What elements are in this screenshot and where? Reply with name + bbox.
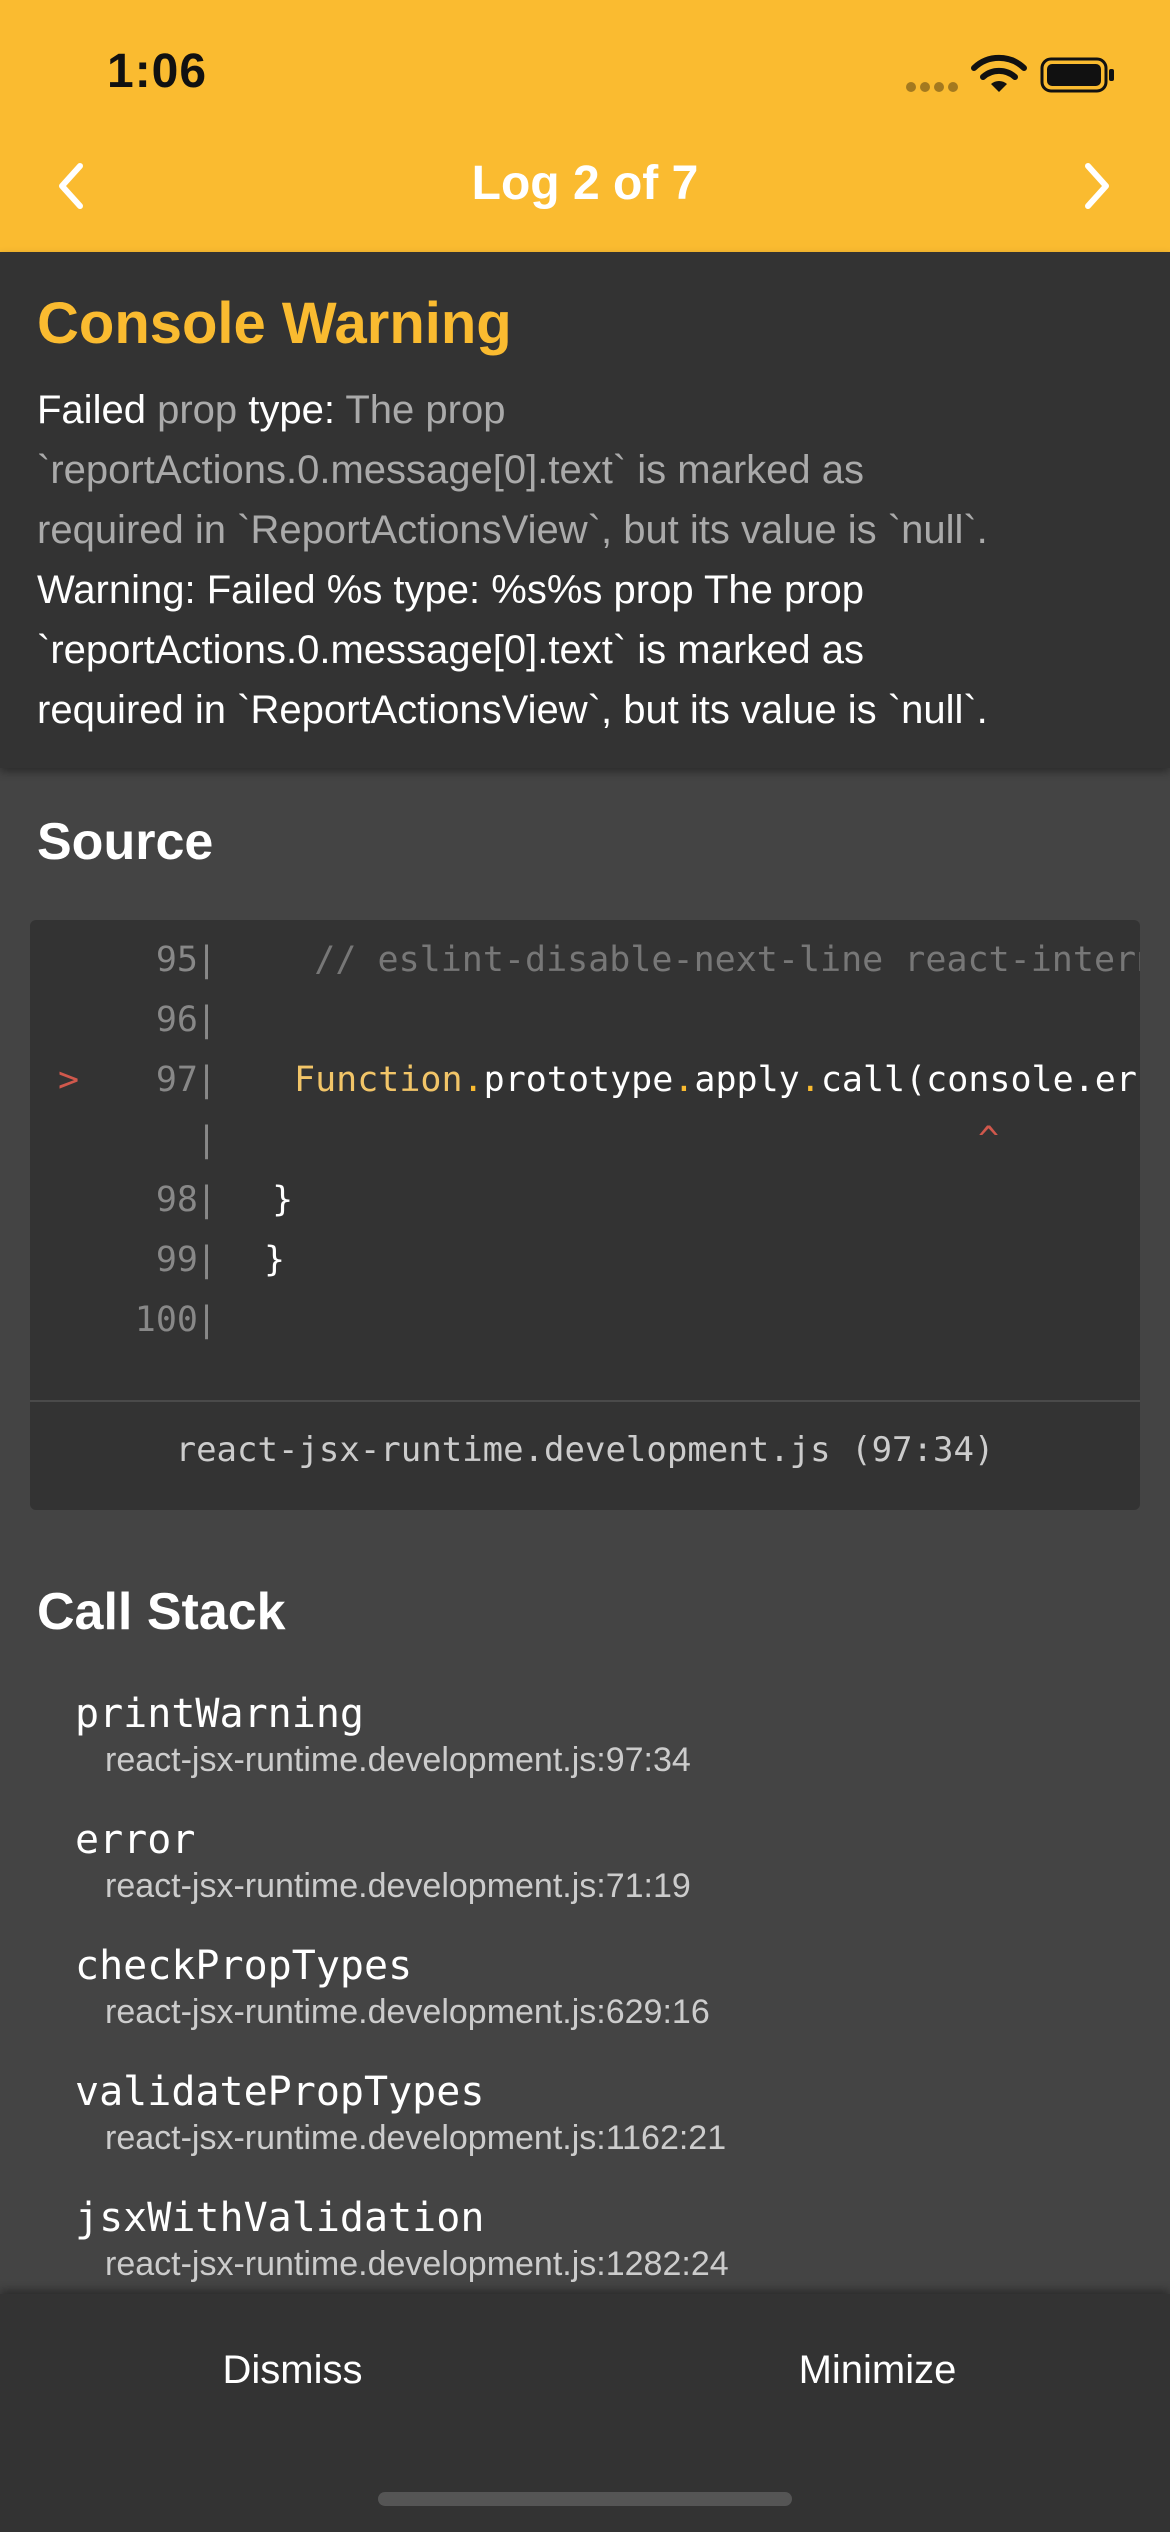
source-code-frame[interactable]: 95 | // eslint-disable-next-line react-i… (30, 920, 1140, 1510)
warning-message: Failed prop type: The prop `reportAction… (37, 380, 1157, 740)
warning-message-line: required in `ReportActionsView`, but its… (37, 508, 988, 552)
stack-frame-location: react-jsx-runtime.development.js:629:16 (105, 1993, 710, 2031)
stack-frame-location: react-jsx-runtime.development.js:1282:24 (105, 2245, 729, 2283)
code-pipe: | (196, 1060, 218, 1100)
warning-panel: Console Warning Failed prop type: The pr… (0, 252, 1170, 768)
stack-frame-location: react-jsx-runtime.development.js:97:34 (105, 1741, 691, 1779)
home-indicator[interactable] (378, 2492, 792, 2506)
code-text: Function.prototype.apply.call(console.er… (230, 1050, 1140, 1110)
stack-frame-function: printWarning (75, 1691, 364, 1737)
code-divider (30, 1400, 1140, 1402)
stack-frame[interactable]: checkPropTypes react-jsx-runtime.develop… (75, 1942, 1135, 2034)
warning-detail-line: `reportActions.0.message[0].text` is mar… (37, 628, 864, 672)
code-pipe: | (196, 1000, 218, 1040)
stack-frame[interactable]: error react-jsx-runtime.development.js:7… (75, 1816, 1135, 1908)
code-line: 98 | } (30, 1170, 1140, 1230)
code-token: apply (694, 1060, 800, 1100)
call-stack-title: Call Stack (37, 1583, 286, 1641)
error-caret: ^ (978, 1120, 1000, 1160)
wifi-icon (971, 54, 1027, 92)
code-marker: > (58, 1060, 80, 1100)
code-token: . (673, 1060, 695, 1100)
code-line: | ^ (30, 1110, 1140, 1170)
signal-dots-icon (906, 82, 960, 94)
footer-bar: Dismiss Minimize (0, 2294, 1170, 2532)
code-line-highlighted: > 97 | Function.prototype.apply.call(con… (30, 1050, 1140, 1110)
stack-frame-location: react-jsx-runtime.development.js:71:19 (105, 1867, 691, 1905)
code-line-number: 97 (155, 1060, 198, 1100)
message-text: prop (145, 388, 238, 432)
warning-title: Console Warning (37, 291, 512, 356)
chevron-right-icon[interactable] (1072, 156, 1122, 216)
code-pipe: | (196, 1180, 218, 1220)
code-line: 95 | // eslint-disable-next-line react-i… (30, 930, 1140, 990)
code-line: 96 | (30, 990, 1140, 1050)
code-line-number: 99 (155, 1240, 198, 1280)
code-pipe: | (196, 940, 218, 980)
stack-frame[interactable]: printWarning react-jsx-runtime.developme… (75, 1690, 1135, 1782)
warning-detail-line: required in `ReportActionsView`, but its… (37, 688, 988, 732)
code-token: . (462, 1060, 484, 1100)
warning-message-line: Failed prop type: The prop (37, 380, 1157, 440)
stack-frame[interactable]: validatePropTypes react-jsx-runtime.deve… (75, 2068, 1135, 2160)
code-pipe: | (196, 1300, 218, 1340)
code-token: Function (294, 1060, 463, 1100)
code-token: prototype (483, 1060, 674, 1100)
header-bar: 1:06 Log 2 of 7 (0, 0, 1170, 252)
stack-frame-function: error (75, 1817, 196, 1863)
message-text: The prop (334, 388, 506, 432)
stack-frame-function: jsxWithValidation (75, 2195, 485, 2241)
stack-frame-function: validatePropTypes (75, 2069, 485, 2115)
battery-icon (1040, 57, 1114, 93)
stack-frame-function: checkPropTypes (75, 1943, 413, 1989)
code-pipe: | (196, 1240, 218, 1280)
message-text: Failed (37, 388, 146, 432)
warning-message-line: `reportActions.0.message[0].text` is mar… (37, 448, 864, 492)
warning-detail-line: Warning: Failed %s type: %s%s prop The p… (37, 568, 865, 612)
stack-frame-location: react-jsx-runtime.development.js:1162:21 (105, 2119, 727, 2157)
code-line: 100 | (30, 1290, 1140, 1350)
log-counter-title: Log 2 of 7 (471, 157, 699, 210)
code-text: } (264, 1240, 286, 1280)
code-line-number: 100 (134, 1300, 198, 1340)
code-token: . (799, 1060, 821, 1100)
code-token: call(console.error, console, argsWithFor… (820, 1060, 1140, 1100)
code-text: } (230, 1180, 294, 1220)
stack-frame[interactable]: jsxWithValidation react-jsx-runtime.deve… (75, 2194, 1135, 2286)
code-text: // eslint-disable-next-line react-intern… (314, 940, 1140, 980)
code-line: 99 | } (30, 1230, 1140, 1290)
status-time: 1:06 (107, 45, 208, 98)
code-line-number: 96 (155, 1000, 198, 1040)
source-title: Source (37, 813, 214, 871)
minimize-button[interactable]: Minimize (585, 2294, 1170, 2444)
source-file-location: react-jsx-runtime.development.js (97:34) (175, 1430, 995, 1470)
dismiss-button[interactable]: Dismiss (0, 2294, 585, 2444)
code-pipe: | (196, 1120, 218, 1160)
message-text: type: (237, 388, 335, 432)
code-line-number: 95 (155, 940, 198, 980)
log-box-screen: 1:06 Log 2 of 7 Console Warning Failed p… (0, 0, 1170, 2532)
code-line-number: 98 (155, 1180, 198, 1220)
